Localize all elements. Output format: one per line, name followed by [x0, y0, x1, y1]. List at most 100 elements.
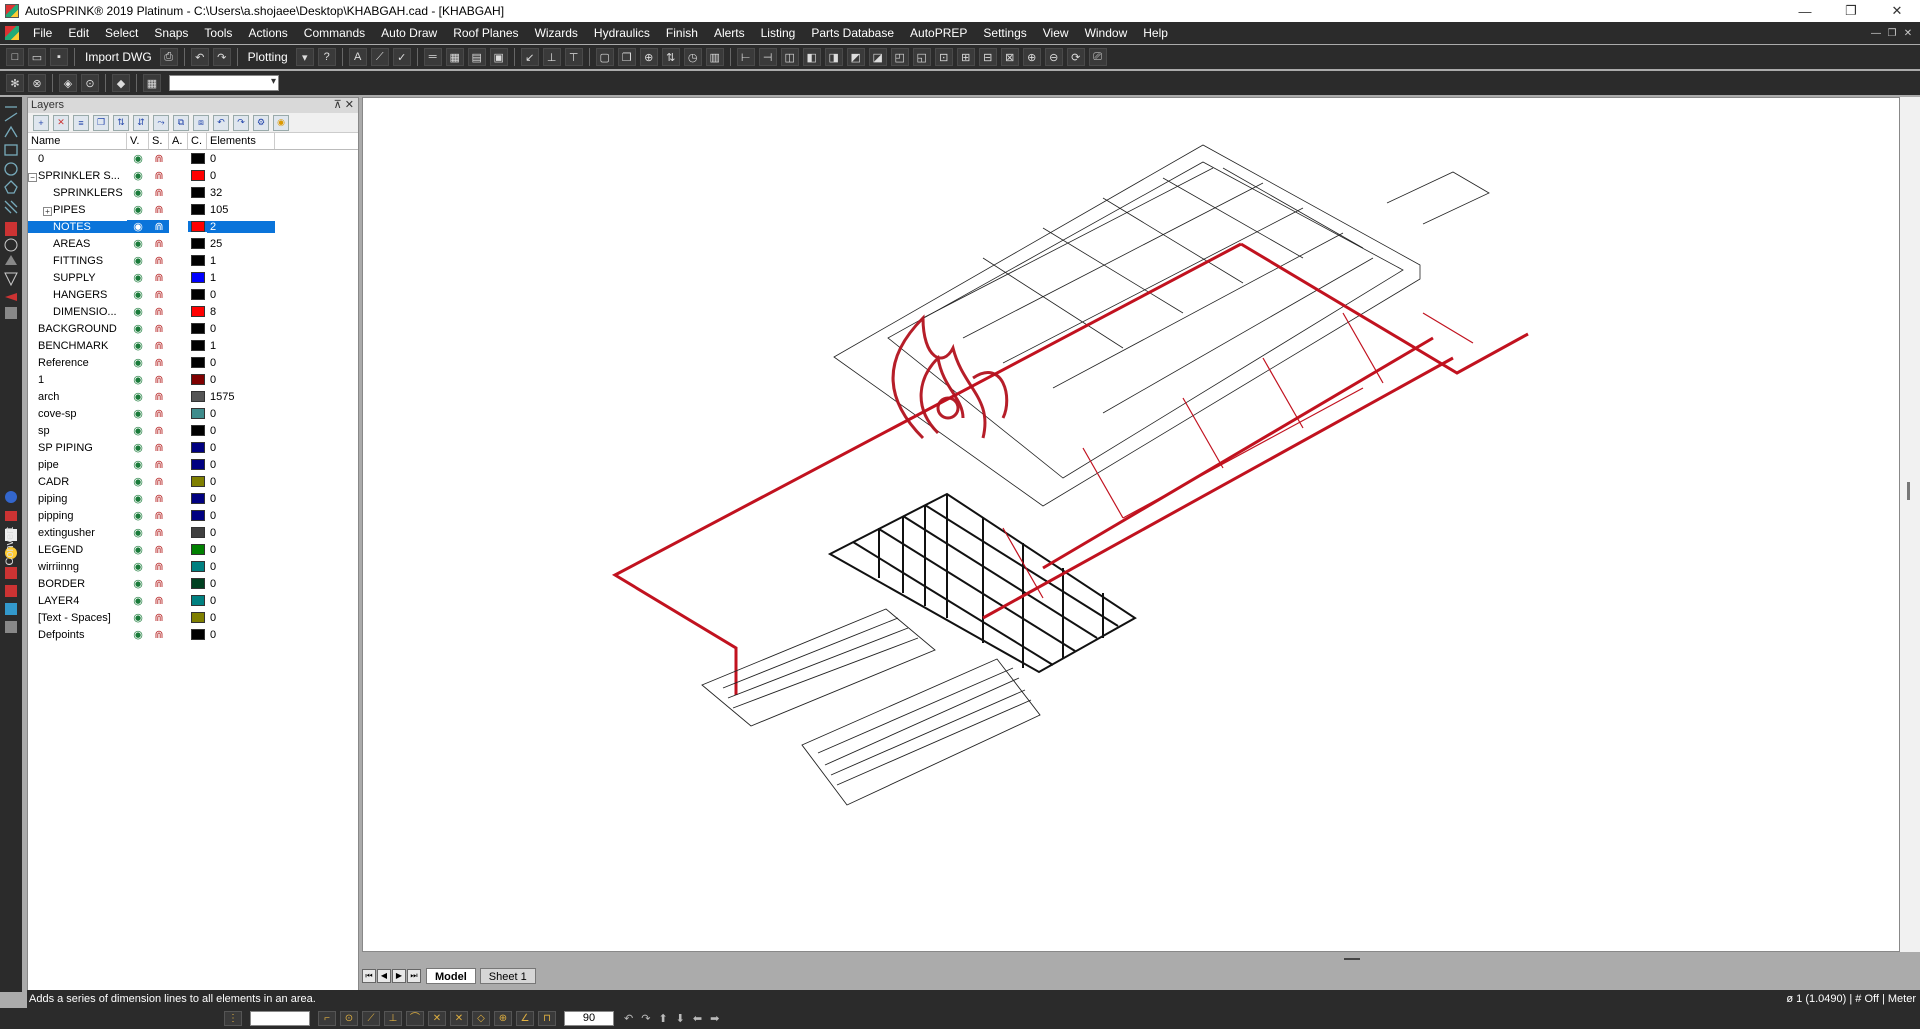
layer-color-cell[interactable] [188, 357, 207, 368]
stamp-icon[interactable]: ▣ [489, 48, 508, 66]
vertical-scrollbar[interactable] [1900, 97, 1920, 952]
layer-row[interactable]: Reference ◉ ⋒ 0 [28, 354, 358, 371]
eye-icon[interactable]: ◉ [127, 475, 149, 488]
layer-row[interactable]: extingusher ◉ ⋒ 0 [28, 524, 358, 541]
save-icon[interactable]: ▪ [50, 48, 68, 66]
next-sheet-icon[interactable]: ▶ [392, 969, 406, 983]
copy-icon[interactable]: ❐ [617, 48, 636, 66]
dim-horizontal-icon[interactable]: ⊢ [736, 48, 755, 66]
menu-window[interactable]: Window [1077, 22, 1136, 44]
mdi-close-button[interactable]: ✕ [1900, 28, 1916, 39]
layer-color-cell[interactable] [188, 561, 207, 572]
redo-icon[interactable]: ↷ [212, 48, 231, 66]
layer-name[interactable]: wirriinng [28, 561, 127, 573]
layer-row[interactable]: pipe ◉ ⋒ 0 [28, 456, 358, 473]
angle-input[interactable]: 90 [564, 1011, 614, 1026]
layer-row[interactable]: DIMENSIO... ◉ ⋒ 8 [28, 303, 358, 320]
layer-color-cell[interactable] [188, 459, 207, 470]
layer-redo-icon[interactable]: ↷ [233, 114, 249, 131]
layer-color-cell[interactable] [188, 408, 207, 419]
eye-icon[interactable]: ◉ [127, 509, 149, 522]
text-icon[interactable]: A [348, 48, 367, 66]
magnet-icon[interactable]: ⋒ [149, 543, 169, 556]
table-icon[interactable]: ▦ [445, 48, 464, 66]
magnet-icon[interactable]: ⋒ [149, 322, 169, 335]
column-color[interactable]: C. [188, 133, 207, 149]
layer-name[interactable]: 1 [28, 374, 127, 386]
dropdown-arrow-icon[interactable]: ▾ [295, 48, 314, 66]
magnet-icon[interactable]: ⋒ [149, 526, 169, 539]
eye-icon[interactable]: ◉ [127, 628, 149, 641]
minimize-button[interactable]: — [1782, 0, 1828, 22]
menu-snaps[interactable]: Snaps [146, 22, 196, 44]
layer-name[interactable]: FITTINGS [28, 255, 127, 267]
sprinkler-icon[interactable]: ✻ [6, 74, 24, 92]
eye-icon[interactable]: ◉ [127, 492, 149, 505]
menu-select[interactable]: Select [97, 22, 146, 44]
menu-view[interactable]: View [1035, 22, 1077, 44]
layer-row[interactable]: 0 ◉ ⋒ 0 [28, 150, 358, 167]
layer-row[interactable]: FITTINGS ◉ ⋒ 1 [28, 252, 358, 269]
menu-auto-draw[interactable]: Auto Draw [373, 22, 445, 44]
status-units[interactable]: ø 1 (1.0490) | # Off | Meter [1786, 990, 1916, 1008]
magnet-icon[interactable]: ⋒ [149, 560, 169, 573]
eye-icon[interactable]: ◉ [127, 356, 149, 369]
column-snap[interactable]: S. [149, 133, 169, 149]
import-dwg-button[interactable]: Import DWG [79, 48, 158, 66]
cad-drawing[interactable] [363, 98, 1901, 953]
layer-row[interactable]: − SPRINKLER S... ◉ ⋒ 0 [28, 167, 358, 184]
magnet-icon[interactable]: ⋒ [149, 288, 169, 301]
properties-icon[interactable]: ⊙ [81, 74, 99, 92]
layer-row[interactable]: HANGERS ◉ ⋒ 0 [28, 286, 358, 303]
eye-icon[interactable]: ◉ [127, 441, 149, 454]
menu-actions[interactable]: Actions [240, 22, 295, 44]
zoom-in-icon[interactable]: ⊕ [1022, 48, 1041, 66]
layer-row[interactable]: SP PIPING ◉ ⋒ 0 [28, 439, 358, 456]
tab-sheet-1[interactable]: Sheet 1 [479, 968, 536, 984]
rotate-right-icon[interactable]: ↷ [641, 1012, 650, 1025]
eye-icon[interactable]: ◉ [127, 305, 149, 318]
layer-name[interactable]: Reference [28, 357, 127, 369]
move-left-icon[interactable]: ⬅ [693, 1012, 702, 1025]
snapshot-icon[interactable]: ⎚ [1088, 48, 1107, 66]
layer-row[interactable]: NOTES ◉ ⋒ 2 [28, 218, 358, 235]
eye-icon[interactable]: ◉ [127, 203, 149, 216]
color-swatch[interactable] [190, 510, 205, 521]
layer-name[interactable]: SUPPLY [28, 272, 127, 284]
panel-close-icon[interactable]: ✕ [345, 99, 354, 111]
magnet-icon[interactable]: ⋒ [149, 169, 169, 182]
layer-name[interactable]: − SPRINKLER S... [28, 170, 127, 182]
delete-layer-icon[interactable]: ✕ [53, 114, 69, 131]
help-pointer-icon[interactable]: ? [317, 48, 336, 66]
color-swatch[interactable] [190, 476, 205, 487]
first-sheet-icon[interactable]: ⏮ [362, 969, 376, 983]
layer-row[interactable]: 1 ◉ ⋒ 0 [28, 371, 358, 388]
magnet-icon[interactable]: ⋒ [149, 373, 169, 386]
layer-name[interactable]: LEGEND [28, 544, 127, 556]
eye-icon[interactable]: ◉ [127, 543, 149, 556]
layer-row[interactable]: BACKGROUND ◉ ⋒ 0 [28, 320, 358, 337]
magnet-icon[interactable]: ⋒ [149, 475, 169, 488]
snap-intersection-icon[interactable]: ✕ [428, 1011, 446, 1026]
menu-listing[interactable]: Listing [753, 22, 804, 44]
color-swatch[interactable] [190, 425, 205, 436]
riser-icon[interactable]: ⊤ [564, 48, 583, 66]
color-swatch[interactable] [190, 187, 205, 198]
layer-color-cell[interactable] [188, 238, 207, 249]
target-icon[interactable]: ⊕ [639, 48, 658, 66]
snap-node-icon[interactable]: ⊕ [494, 1011, 512, 1026]
layers-stack-icon[interactable]: ◆ [112, 74, 130, 92]
layer-color-cell[interactable] [188, 374, 207, 385]
layer-name[interactable]: BACKGROUND [28, 323, 127, 335]
eye-icon[interactable]: ◉ [127, 407, 149, 420]
layer-row[interactable]: sp ◉ ⋒ 0 [28, 422, 358, 439]
eye-icon[interactable]: ◉ [127, 254, 149, 267]
layer-name[interactable]: NOTES [28, 220, 127, 233]
column-elements[interactable]: Elements [207, 133, 275, 149]
layer-color-cell[interactable] [188, 221, 207, 232]
spell-check-icon[interactable]: ✓ [392, 48, 411, 66]
menu-parts-database[interactable]: Parts Database [803, 22, 902, 44]
layer-color-cell[interactable] [188, 612, 207, 623]
layer-name[interactable]: + PIPES [28, 204, 127, 216]
menu-file[interactable]: File [25, 22, 60, 44]
